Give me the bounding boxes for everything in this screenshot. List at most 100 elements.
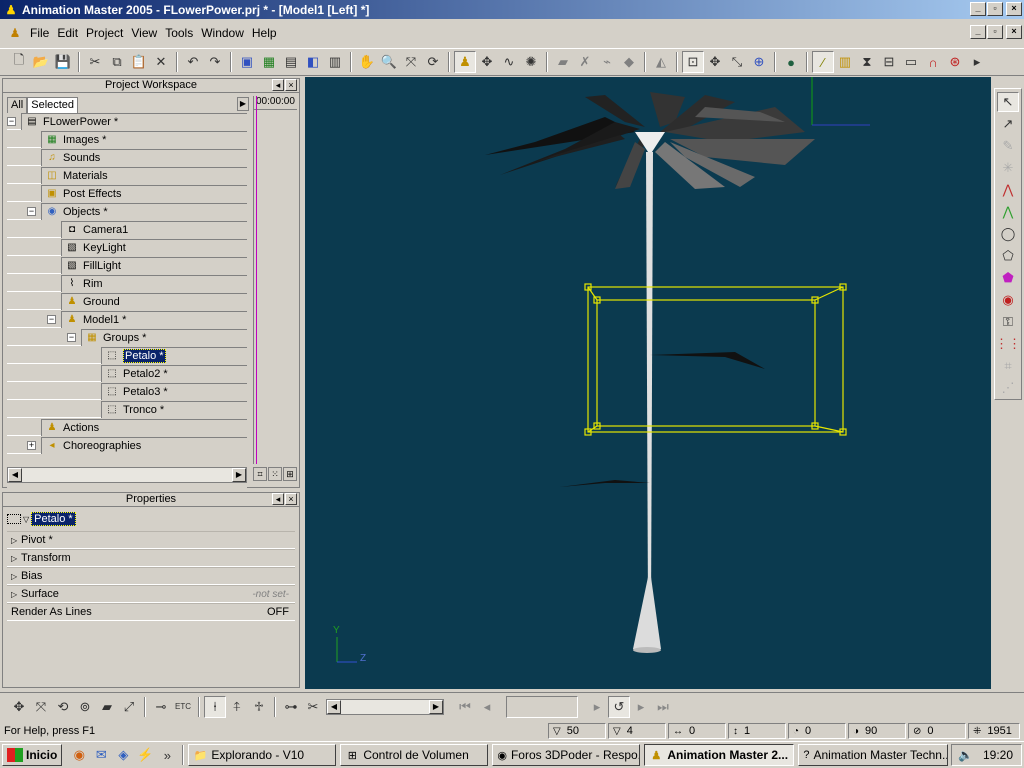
- rotate-mode-icon[interactable]: ⟲: [52, 696, 74, 718]
- tree-item[interactable]: − ▤ FLowerPower *: [7, 112, 247, 130]
- mdi-restore-button[interactable]: ▫: [987, 25, 1003, 39]
- channel-icon[interactable]: ⍿: [204, 695, 226, 718]
- hand-icon[interactable]: ✋: [356, 51, 378, 73]
- tree-item[interactable]: ▦ Images *: [7, 130, 247, 148]
- morph-icon[interactable]: ◆: [618, 51, 640, 73]
- tree-item[interactable]: ▧ FillLight: [7, 256, 247, 274]
- tree-item[interactable]: ⬚ Petalo *: [7, 346, 247, 364]
- prop-value[interactable]: OFF: [267, 606, 289, 618]
- expand-icon[interactable]: ▷: [11, 554, 21, 563]
- menu-tools[interactable]: Tools: [161, 26, 197, 40]
- timeline-column[interactable]: 00:00:00: [253, 96, 297, 464]
- timeline-grid-icon[interactable]: ⁙: [268, 467, 282, 481]
- lasso-icon[interactable]: ◯: [997, 224, 1019, 244]
- outlook-icon[interactable]: ✉: [90, 744, 112, 766]
- volume-icon[interactable]: 🔈: [958, 748, 973, 762]
- slider-left-icon[interactable]: ◀: [327, 699, 341, 714]
- grid-icon[interactable]: ⊡: [682, 51, 704, 73]
- render-lock-icon[interactable]: ▤: [280, 51, 302, 73]
- zoom-fit-icon[interactable]: ⤧: [400, 51, 422, 73]
- tree-item[interactable]: ♫ Sounds: [7, 148, 247, 166]
- more-icon[interactable]: ▸: [966, 51, 988, 73]
- measure-icon[interactable]: ⊟: [878, 51, 900, 73]
- collapse-icon[interactable]: −: [27, 207, 36, 216]
- scale-mode-icon[interactable]: ⤧: [30, 696, 52, 718]
- mdi-minimize-button[interactable]: _: [970, 25, 986, 39]
- group-icon[interactable]: ⬠: [997, 246, 1019, 266]
- prop-surface[interactable]: ▷ Surface -not set-: [7, 585, 295, 603]
- arrow-select-icon[interactable]: ↖: [997, 92, 1019, 113]
- play-icon[interactable]: ▸: [586, 696, 608, 718]
- extrude-icon[interactable]: ✳: [997, 158, 1019, 178]
- last-frame-icon[interactable]: ⏭: [652, 696, 674, 718]
- skeleton-icon[interactable]: ♱: [248, 696, 270, 718]
- prop-bias[interactable]: ▷ Bias: [7, 567, 295, 585]
- tree-item[interactable]: ♟ Ground: [7, 292, 247, 310]
- zoom-icon[interactable]: 🔍: [378, 51, 400, 73]
- tree-item[interactable]: ♟ Actions: [7, 418, 247, 436]
- tree-item[interactable]: ⬚ Tronco *: [7, 400, 247, 418]
- new-icon[interactable]: 🗋: [8, 51, 30, 73]
- menu-file[interactable]: File: [26, 26, 53, 40]
- delete-icon[interactable]: ✕: [150, 51, 172, 73]
- expand-icon[interactable]: ▷: [11, 572, 21, 581]
- first-frame-icon[interactable]: ⏮: [454, 696, 476, 718]
- orbit-mode-icon[interactable]: ⊚: [74, 696, 96, 718]
- scroll-left-icon[interactable]: ◀: [8, 468, 22, 482]
- render-to-file-icon[interactable]: ◧: [302, 51, 324, 73]
- workspace-close-button[interactable]: ×: [285, 79, 297, 91]
- more-icon[interactable]: »: [156, 744, 178, 766]
- world-icon[interactable]: ●: [780, 51, 802, 73]
- media-icon[interactable]: ◈: [112, 744, 134, 766]
- bone-mode-icon[interactable]: ⁄: [812, 51, 834, 73]
- tree-item[interactable]: ▧ KeyLight: [7, 238, 247, 256]
- path-icon[interactable]: ⤢: [118, 696, 140, 718]
- script-icon[interactable]: ▰: [552, 51, 574, 73]
- cut-icon[interactable]: ✂: [84, 51, 106, 73]
- properties-object-header[interactable]: ▽ Petalo *: [7, 511, 295, 527]
- tab-selected[interactable]: Selected: [27, 97, 79, 113]
- rotate-icon[interactable]: ⊕: [748, 51, 770, 73]
- pose-icon[interactable]: ⌁: [596, 51, 618, 73]
- properties-close-button[interactable]: ×: [285, 493, 297, 505]
- properties-dock-button[interactable]: ◂: [272, 493, 284, 505]
- prop-render-as-lines[interactable]: Render As Lines OFF: [7, 603, 295, 621]
- tab-scroll-right-icon[interactable]: ▶: [237, 97, 249, 111]
- next-frame-icon[interactable]: ▸: [630, 696, 652, 718]
- winamp-icon[interactable]: ⚡: [134, 744, 156, 766]
- lock-icon[interactable]: ⚿: [997, 312, 1019, 332]
- loop-icon[interactable]: ↺: [608, 695, 630, 718]
- collapse-icon[interactable]: −: [47, 315, 56, 324]
- material-icon[interactable]: ⬟: [997, 268, 1019, 288]
- tree-item[interactable]: − ▦ Groups *: [7, 328, 247, 346]
- translate-mode-icon[interactable]: ✥: [8, 696, 30, 718]
- start-button[interactable]: Inicio: [2, 744, 63, 766]
- expand-icon[interactable]: ▷: [11, 590, 21, 599]
- record-key-icon[interactable]: ⊶: [280, 696, 302, 718]
- model-viewport[interactable]: Y Z: [305, 77, 991, 689]
- render-settings-icon[interactable]: ▦: [258, 51, 280, 73]
- muscle-icon[interactable]: ∿: [498, 51, 520, 73]
- scale-icon[interactable]: ⤡: [726, 51, 748, 73]
- tree-item[interactable]: ⬚ Petalo3 *: [7, 382, 247, 400]
- mdi-close-button[interactable]: ×: [1006, 25, 1022, 39]
- rotoscope-icon[interactable]: ◭: [650, 51, 672, 73]
- workspace-dock-button[interactable]: ◂: [272, 79, 284, 91]
- tree-item[interactable]: ▣ Post Effects: [7, 184, 247, 202]
- tree-item[interactable]: ◫ Materials: [7, 166, 247, 184]
- etc-icon[interactable]: ETC: [172, 696, 194, 718]
- slider-right-icon[interactable]: ▶: [429, 699, 443, 714]
- tab-all[interactable]: All: [7, 97, 28, 113]
- maximize-button[interactable]: ▫: [987, 2, 1003, 16]
- scissors-key-icon[interactable]: ✂: [302, 696, 324, 718]
- prop-transform[interactable]: ▷ Transform: [7, 549, 295, 567]
- undo-icon[interactable]: ↶: [182, 51, 204, 73]
- bone-channel-icon[interactable]: ⍏: [226, 696, 248, 718]
- normals-icon[interactable]: ⋰: [997, 378, 1019, 398]
- add-point-icon[interactable]: ↗: [997, 114, 1019, 134]
- prop-pivot[interactable]: ▷ Pivot *: [7, 531, 295, 549]
- tree-item[interactable]: ⌇ Rim: [7, 274, 247, 292]
- snap-icon[interactable]: ▰: [96, 696, 118, 718]
- display-icon[interactable]: ⊛: [944, 51, 966, 73]
- menu-window[interactable]: Window: [197, 26, 248, 40]
